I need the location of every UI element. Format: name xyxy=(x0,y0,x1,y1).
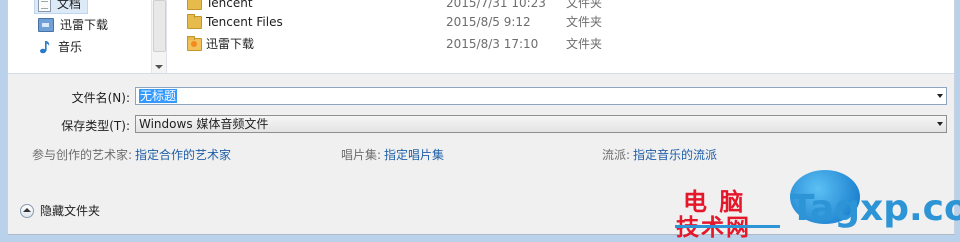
sidebar-item-music[interactable]: 音乐 xyxy=(38,38,82,56)
file-type: 文件夹 xyxy=(566,37,603,51)
hide-folders-label: 隐藏文件夹 xyxy=(40,204,101,218)
file-type: 文件夹 xyxy=(566,15,603,29)
file-date: 2015/8/3 17:10 xyxy=(446,37,539,51)
artist-field[interactable]: 指定合作的艺术家 xyxy=(135,146,231,163)
savetype-select[interactable]: Windows 媒体音频文件 xyxy=(135,115,947,133)
navigation-pane: 文档 迅雷下载 音乐 xyxy=(8,0,167,73)
file-name: Tencent Files xyxy=(206,15,283,29)
chevron-down-icon[interactable] xyxy=(937,122,943,126)
sidebar-item-documents[interactable]: 文档 xyxy=(34,0,89,14)
filename-input[interactable]: 无标题 xyxy=(135,87,947,105)
genre-label: 流派: xyxy=(602,148,631,162)
folder-icon xyxy=(187,14,202,29)
chevron-down-icon[interactable] xyxy=(937,94,943,98)
special-folder-icon xyxy=(187,36,202,51)
chevron-up-icon xyxy=(20,203,34,218)
watermark-url: Tagxp.com xyxy=(790,188,960,229)
sidebar-item-label: 文档 xyxy=(57,0,82,11)
album-field[interactable]: 指定唱片集 xyxy=(384,146,444,163)
file-date: 2015/8/5 9:12 xyxy=(446,15,531,29)
document-icon xyxy=(38,0,51,12)
sidebar-item-label: 迅雷下载 xyxy=(60,18,109,32)
album-label: 唱片集: xyxy=(341,148,382,162)
file-name: 迅雷下载 xyxy=(206,37,255,51)
watermark-underline xyxy=(675,225,780,228)
file-row[interactable]: 迅雷下载 2015/8/3 17:10 文件夹 xyxy=(186,34,746,54)
file-browser: 文档 迅雷下载 音乐 Tencent 2015/7/31 10:23 文件夹 T… xyxy=(8,0,954,74)
scroll-down-arrow-icon[interactable] xyxy=(155,65,163,69)
download-folder-icon xyxy=(38,18,54,32)
file-row[interactable]: Tencent Files 2015/8/5 9:12 文件夹 xyxy=(186,12,746,32)
scrollbar-thumb[interactable] xyxy=(153,0,166,52)
music-note-icon xyxy=(38,40,52,54)
savetype-value: Windows 媒体音频文件 xyxy=(139,117,269,131)
sidebar-item-xunlei-download[interactable]: 迅雷下载 xyxy=(38,16,108,34)
sidebar-item-label: 音乐 xyxy=(58,40,83,54)
savetype-label: 保存类型(T): xyxy=(61,119,130,133)
folder-icon xyxy=(187,0,202,10)
navigation-scrollbar[interactable] xyxy=(151,0,166,73)
genre-field[interactable]: 指定音乐的流派 xyxy=(633,146,717,163)
hide-folders-button[interactable]: 隐藏文件夹 xyxy=(20,202,100,219)
artist-label: 参与创作的艺术家: xyxy=(32,148,133,162)
filename-value[interactable]: 无标题 xyxy=(139,89,178,103)
filename-label: 文件名(N): xyxy=(71,91,130,105)
